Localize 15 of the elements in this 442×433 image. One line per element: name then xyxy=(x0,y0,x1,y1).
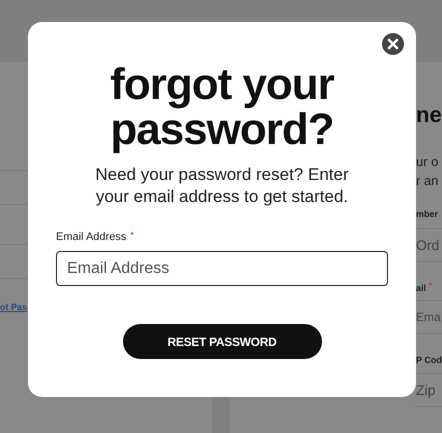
required-mark: * xyxy=(130,230,134,240)
intro-text: r an xyxy=(416,172,438,190)
page-heading: ne xyxy=(416,101,442,129)
close-icon[interactable] xyxy=(382,33,404,55)
required-mark: * xyxy=(429,280,432,292)
intro-text: ur o xyxy=(416,153,438,171)
field-label: ail xyxy=(416,282,426,295)
field-label: Email Address xyxy=(56,230,126,244)
field-label: P Cod xyxy=(416,354,442,367)
dialog-description: Need your password reset? Enter your email address to get started. xyxy=(94,164,350,208)
reset-password-button[interactable]: RESET PASSWORD xyxy=(122,324,322,359)
forgot-password-link[interactable]: ot Pas xyxy=(0,299,28,315)
dialog-title: forgot your password? xyxy=(109,62,336,152)
email-input-field[interactable]: Email Address xyxy=(56,251,388,286)
field-label: mber xyxy=(416,208,438,221)
